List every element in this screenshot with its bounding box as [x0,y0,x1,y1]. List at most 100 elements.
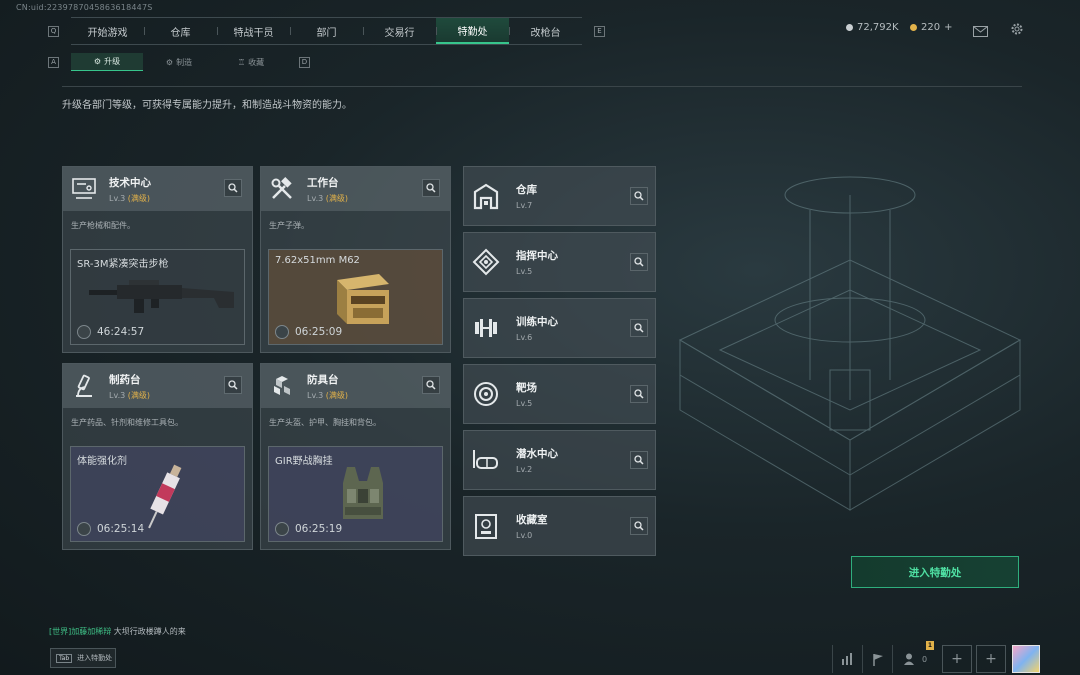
tab-warehouse[interactable]: 仓库 [144,18,217,44]
timer: 46:24:57 [97,326,145,338]
notification-badge: 1 [926,641,934,650]
friends-button[interactable]: 0 1 [892,641,938,673]
tab-hint-button[interactable]: Tab 进入特勤处 [50,648,116,668]
divider [62,86,1022,87]
max-level-tag: (满级) [325,390,348,400]
card-level: Lv.7 [516,201,533,210]
chat-line[interactable]: [世界]加藤加稀辩 大坝行政楼蹲人的来 [49,626,186,637]
product-name: SR-3M紧凑突击步枪 [77,259,169,270]
timer: 06:25:09 [295,326,343,338]
settings-gear-icon[interactable] [1010,21,1024,40]
clock-icon [77,522,91,536]
premium-display[interactable]: 220 + [910,22,952,33]
facility-card-diving-center[interactable]: 潜水中心 Lv.2 [463,430,656,490]
product-name: 7.62x51mm M62 [275,255,360,266]
ammo-box-image [337,274,389,324]
command-center-icon [470,246,502,278]
tab-hint-label: 进入特勤处 [77,654,113,662]
card-description: 生产头盔、护甲、胸挂和背包。 [269,418,381,427]
nav-next-key[interactable]: E [594,25,605,37]
subnav-prev-key[interactable]: A [48,56,59,68]
facility-card-command-center[interactable]: 指挥中心 Lv.5 [463,232,656,292]
diving-center-icon [470,444,502,476]
facility-card-workbench[interactable]: 工作台 Lv.3 (满级) 生产子弹。 7.62x51mm M62 06:25:… [260,166,451,353]
magnifier-icon[interactable] [630,517,648,535]
enter-special-ops-button[interactable]: 进入特勤处 [851,556,1019,588]
card-title: 仓库 [516,184,537,196]
facility-card-collection-room[interactable]: 收藏室 Lv.0 [463,496,656,556]
facility-card-training-center[interactable]: 训练中心 Lv.6 [463,298,656,358]
facility-card-pharmacy[interactable]: 制药台 Lv.3 (满级) 生产药品、针剂和维修工具包。 体能强化剂 06:25… [62,363,253,550]
warehouse-icon [470,180,502,212]
collection-room-icon [470,510,502,542]
avatar[interactable] [1012,645,1040,673]
add-slot-button[interactable]: + [976,645,1006,673]
tab-special-ops[interactable]: 特勤处 [436,18,509,44]
card-title: 工作台 [307,176,339,189]
magnifier-icon[interactable] [630,253,648,271]
clock-icon [275,522,289,536]
magnifier-icon[interactable] [630,187,648,205]
friends-count: 0 [921,654,928,664]
premium-add[interactable]: + [944,22,952,33]
tab-gunsmith[interactable]: 改枪台 [509,18,582,44]
tab-operators[interactable]: 特战干员 [217,18,290,44]
training-center-icon [470,312,502,344]
card-title: 训练中心 [516,316,558,328]
plus-icon: + [985,651,997,667]
coin-icon [846,24,853,31]
flag-icon[interactable] [862,645,892,673]
page-description: 升级各部门等级，可获得专属能力提升，和制造战斗物资的能力。 [62,100,352,111]
user-id: CN:uid:2239787045863618447S [16,3,153,12]
tech-center-icon [71,176,97,202]
card-title: 收藏室 [516,514,548,526]
subtab-craft[interactable]: ⚙ 制造 [143,53,215,71]
chat-channel: [世界] [49,627,72,636]
card-title: 技术中心 [109,176,151,189]
facility-card-tech-center[interactable]: 技术中心 Lv.3 (满级) 生产枪械和配件。 SR-3M紧凑突击步枪 46:2… [62,166,253,353]
workbench-icon [269,176,295,202]
magnifier-icon[interactable] [630,451,648,469]
card-level: Lv.6 [516,333,533,342]
production-slot[interactable]: 体能强化剂 06:25:14 [70,446,245,542]
facility-card-shooting-range[interactable]: 靶场 Lv.5 [463,364,656,424]
tab-start-game[interactable]: 开始游戏 [71,18,144,44]
card-description: 生产子弹。 [269,221,309,230]
product-name: 体能强化剂 [77,456,127,467]
card-level: Lv.3 [307,390,324,400]
subnav-next-key[interactable]: D [299,56,310,68]
magnifier-icon[interactable] [422,376,440,394]
magnifier-icon[interactable] [224,376,242,394]
currency-display: 72,792K [846,22,899,33]
facility-blueprint-illustration [678,176,1022,511]
subtab-collection[interactable]: ♖ 收藏 [215,53,287,71]
card-level: Lv.0 [516,531,533,540]
tab-trade[interactable]: 交易行 [363,18,436,44]
production-slot[interactable]: GIR野战胸挂 06:25:19 [268,446,443,542]
chat-message: 大坝行政楼蹲人的来 [113,627,186,636]
syringe-image [148,464,182,529]
production-slot[interactable]: SR-3M紧凑突击步枪 46:24:57 [70,249,245,345]
card-title: 靶场 [516,382,537,394]
magnifier-icon[interactable] [224,179,242,197]
nav-prev-key[interactable]: Q [48,25,59,37]
timer: 06:25:19 [295,523,343,535]
subtab-upgrade[interactable]: ⚙ 升级 [71,53,143,71]
facility-card-armor-bench[interactable]: 防具台 Lv.3 (满级) 生产头盔、护甲、胸挂和背包。 GIR野战胸挂 06:… [260,363,451,550]
facility-card-warehouse[interactable]: 仓库 Lv.7 [463,166,656,226]
magnifier-icon[interactable] [630,385,648,403]
card-level: Lv.3 [307,193,324,203]
add-slot-button[interactable]: + [942,645,972,673]
magnifier-icon[interactable] [630,319,648,337]
card-level: Lv.3 [109,193,126,203]
tab-department[interactable]: 部门 [290,18,363,44]
production-slot[interactable]: 7.62x51mm M62 06:25:09 [268,249,443,345]
stats-chart-icon[interactable] [832,645,862,673]
mail-icon[interactable] [973,22,988,41]
clock-icon [77,325,91,339]
bottom-toolbar: 0 1 + + [832,641,1040,673]
card-level: Lv.5 [516,399,533,408]
magnifier-icon[interactable] [422,179,440,197]
craft-icon: ⚙ [165,57,174,67]
chat-user[interactable]: 加藤加稀辩 [71,627,111,636]
